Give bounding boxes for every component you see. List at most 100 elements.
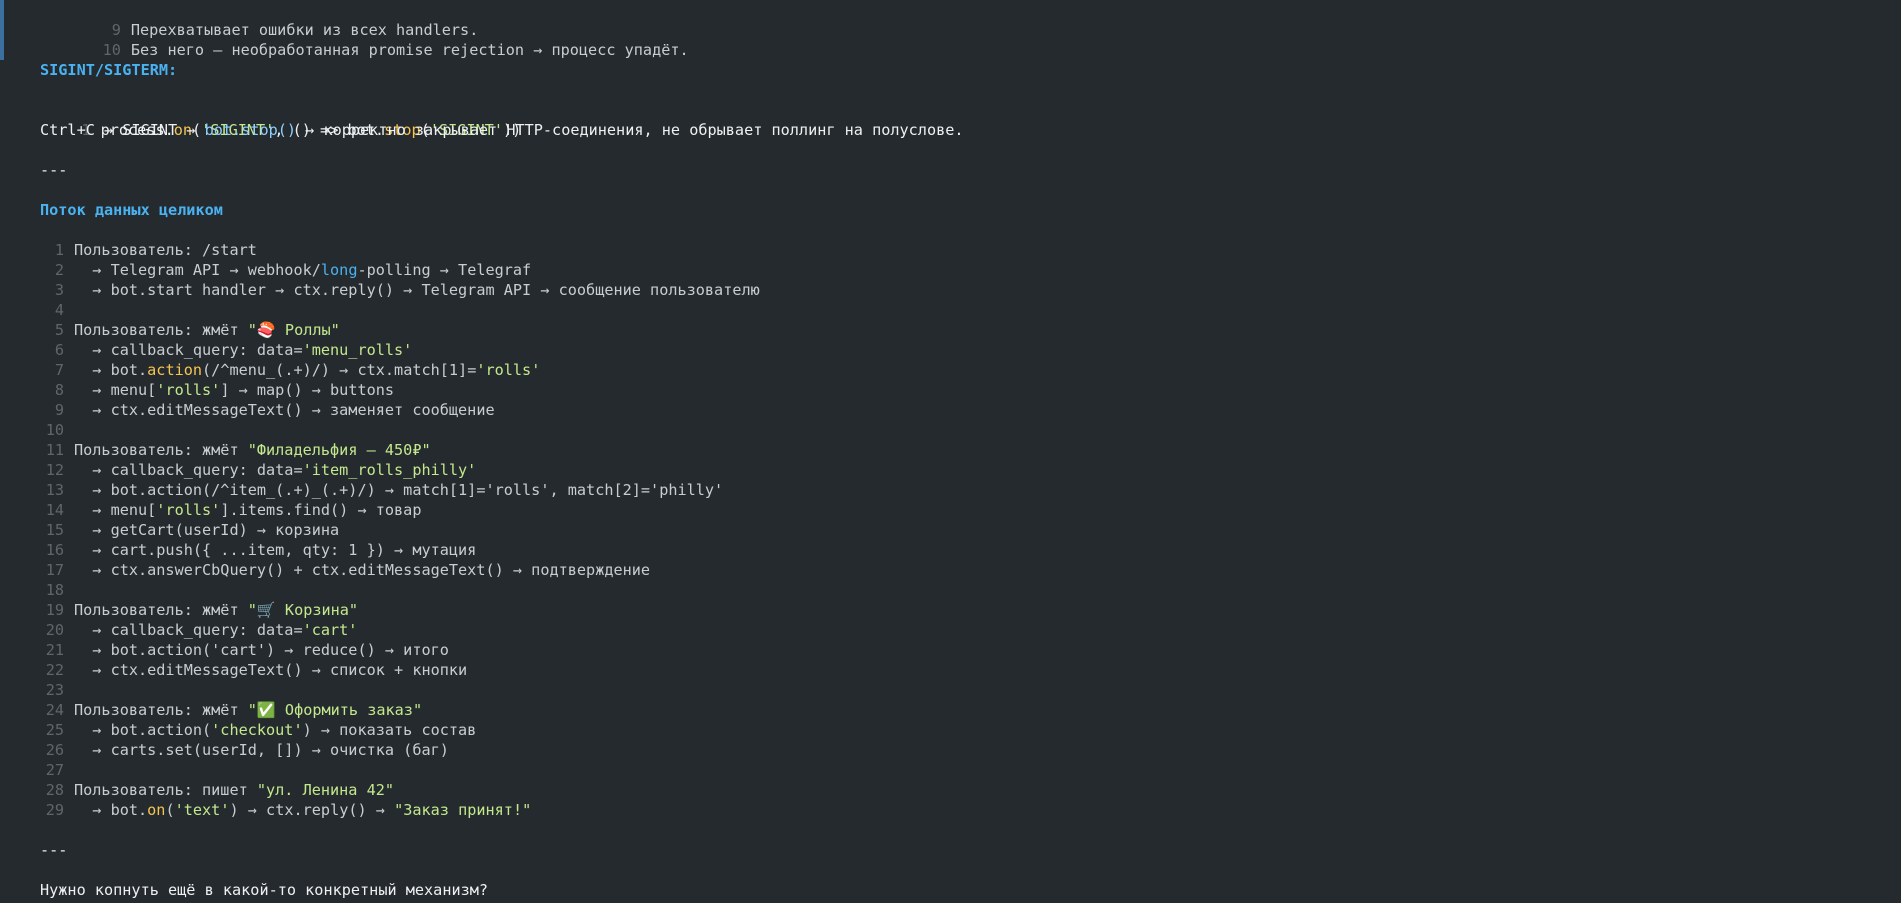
code-block-sigint: 1 process.on('SIGINT', () => bot.stop('SI… (40, 100, 1901, 139)
code-line: 26 → carts.set(userId, []) → очистка (ба… (40, 740, 1901, 760)
code-line: 27 (40, 760, 1901, 780)
code-line: 5 Пользователь: жмёт "🍣 Роллы" (40, 320, 1901, 340)
code-line: 19 Пользователь: жмёт "🛒 Корзина" (40, 600, 1901, 620)
code-block-flow: 1 Пользователь: /start 2 → Telegram API →… (40, 240, 1901, 820)
code-line: 8 → menu['rolls'] → map() → buttons (40, 380, 1901, 400)
line-number: 17 (45, 561, 64, 579)
code-line: 16 → cart.push({ ...item, qty: 1 }) → му… (40, 540, 1901, 560)
code-token: → menu[ (74, 381, 157, 399)
line-number: 22 (45, 661, 64, 679)
code-token: on (147, 801, 166, 819)
code-token: "Филадельфия — 450₽" (247, 441, 431, 459)
code-line: 9 Перехватывает ошибки из всех handlers. (40, 0, 1901, 39)
code-text: Без него — необработанная promise reject… (130, 41, 689, 59)
code-token: 'rolls' (156, 381, 221, 399)
code-text: → cart.push({ ...item, qty: 1 }) → мутац… (74, 541, 477, 559)
section-heading-flow: Поток данных целиком (40, 201, 223, 219)
line-number: 1 (54, 241, 64, 259)
code-token: long (320, 261, 358, 279)
code-token: → callback_query: data= (74, 461, 303, 479)
line-number: 13 (45, 481, 64, 499)
line-number: 29 (45, 801, 64, 819)
code-text: → carts.set(userId, []) → очистка (баг) (74, 741, 449, 759)
code-line: 13 → bot.action(/^item_(.+)_(.+)/) → mat… (40, 480, 1901, 500)
code-line: 9 → ctx.editMessageText() → заменяет соо… (40, 400, 1901, 420)
code-token: → bot. (74, 801, 148, 819)
code-block-top: 9 Перехватывает ошибки из всех handlers. … (40, 0, 1901, 59)
code-token: → Telegram API → webhook/ (74, 261, 321, 279)
code-token: Пользователь: пишет (74, 781, 257, 799)
code-text: → bot.action('cart') → reduce() → итого (74, 641, 449, 659)
line-number: 15 (45, 521, 64, 539)
line-number: 21 (45, 641, 64, 659)
code-text: → ctx.editMessageText() → список + кнопк… (74, 661, 468, 679)
code-token: → bot.action( (74, 721, 212, 739)
code-token: → callback_query: data= (74, 621, 303, 639)
code-token: 'item_rolls_philly' (302, 461, 477, 479)
line-number: 3 (54, 281, 64, 299)
code-line: 2 → Telegram API → webhook/long-polling … (40, 260, 1901, 280)
code-text: Пользователь: /start (74, 241, 257, 259)
code-token: ] → map() → buttons (220, 381, 395, 399)
code-line: 17 → ctx.answerCbQuery() + ctx.editMessa… (40, 560, 1901, 580)
line-number: 26 (45, 741, 64, 759)
code-token: → callback_query: data= (74, 341, 303, 359)
code-text: → bot.action(/^item_(.+)_(.+)/) → match[… (74, 481, 724, 499)
line-number: 27 (45, 761, 64, 779)
code-token: → menu[ (74, 501, 157, 519)
line-number: 10 (102, 41, 121, 59)
code-text: → bot.start handler → ctx.reply() → Tele… (74, 281, 760, 299)
code-token: 'rolls' (156, 501, 221, 519)
code-token: Пользователь: жмёт (74, 321, 248, 339)
line-number: 18 (45, 581, 64, 599)
code-token: "Заказ принят!" (394, 801, 532, 819)
code-line: 12 → callback_query: data='item_rolls_ph… (40, 460, 1901, 480)
line-number: 20 (45, 621, 64, 639)
line-number: 5 (54, 321, 64, 339)
line-number: 2 (54, 261, 64, 279)
code-line: 6 → callback_query: data='menu_rolls' (40, 340, 1901, 360)
code-token: Пользователь: жмёт (74, 601, 248, 619)
code-line: 11 Пользователь: жмёт "Филадельфия — 450₽… (40, 440, 1901, 460)
code-line: 24 Пользователь: жмёт "✅ Оформить заказ" (40, 700, 1901, 720)
code-token: 'menu_rolls' (302, 341, 413, 359)
line-number: 11 (45, 441, 64, 459)
code-line: 28 Пользователь: пишет "ул. Ленина 42" (40, 780, 1901, 800)
line-number: 24 (45, 701, 64, 719)
code-token: "🛒 Корзина" (247, 601, 359, 619)
code-token: (/^menu_(.+)/) → ctx.match[1]= (202, 361, 477, 379)
separator: --- (40, 161, 68, 179)
code-token: 'text' (174, 801, 230, 819)
code-line: 10 Без него — необработанная promise reje… (40, 20, 1901, 59)
message-accent-bar (0, 0, 4, 60)
line-number: 4 (54, 301, 64, 319)
code-line: 1 Пользователь: /start (40, 240, 1901, 260)
code-token: "ул. Ленина 42" (256, 781, 395, 799)
code-text: → ctx.editMessageText() → заменяет сообщ… (74, 401, 495, 419)
text-part: Ctrl+C → SIGINT → (40, 121, 205, 139)
code-token: Пользователь: жмёт (74, 701, 248, 719)
line-number: 9 (54, 401, 64, 419)
code-line: 7 → bot.action(/^menu_(.+)/) → ctx.match… (40, 360, 1901, 380)
code-token: 'checkout' (211, 721, 303, 739)
closing-question: Нужно копнуть ещё в какой-то конкретный … (40, 881, 489, 899)
chat-message-content: 9 Перехватывает ошибки из всех handlers. … (40, 0, 1901, 900)
inline-code: bot.stop() (204, 121, 297, 139)
code-token: ].items.find() → товар (220, 501, 422, 519)
code-line: 4 (40, 300, 1901, 320)
code-token: "🍣 Роллы" (247, 321, 340, 339)
code-text: → ctx.answerCbQuery() + ctx.editMessageT… (74, 561, 651, 579)
code-line: 25 → bot.action('checkout') → показать с… (40, 720, 1901, 740)
code-text: → getCart(userId) → корзина (74, 521, 340, 539)
code-line: 18 (40, 580, 1901, 600)
text-part: → корректно закрывает HTTP-соединения, н… (296, 121, 964, 139)
line-number: 12 (45, 461, 64, 479)
code-token: -polling → Telegraf (357, 261, 532, 279)
code-token: "✅ Оформить заказ" (247, 701, 423, 719)
code-line: 21 → bot.action('cart') → reduce() → ито… (40, 640, 1901, 660)
code-line: 20 → callback_query: data='cart' (40, 620, 1901, 640)
line-number: 19 (45, 601, 64, 619)
code-token: 'cart' (302, 621, 358, 639)
code-token: 'rolls' (476, 361, 541, 379)
line-number: 8 (54, 381, 64, 399)
